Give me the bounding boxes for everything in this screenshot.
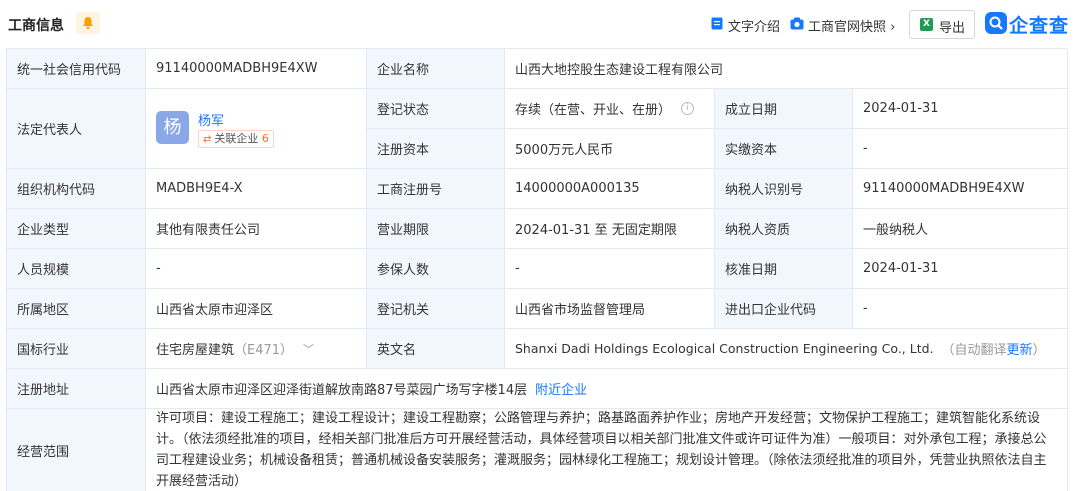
qichacha-logo-icon	[985, 12, 1007, 34]
label-staff-size: 人员规模	[7, 249, 146, 289]
value-region: 山西省太原市迎泽区	[146, 289, 367, 329]
business-info-table: 统一社会信用代码 91140000MADBH9E4XW 企业名称 山西大地控股生…	[6, 48, 1068, 491]
label-scope: 经营范围	[7, 409, 146, 491]
label-english-name: 英文名	[367, 329, 505, 369]
related-label: 关联企业	[214, 132, 259, 145]
value-company-type: 其他有限责任公司	[146, 209, 367, 249]
section-title: 工商信息	[8, 18, 64, 34]
nearby-companies-link[interactable]: 附近企业	[535, 379, 587, 398]
link-icon: ⇄	[203, 134, 212, 145]
official-snapshot-link[interactable]: 工商官网快照 ›	[808, 16, 895, 35]
related-companies-badge[interactable]: ⇄ 关联企业 6	[198, 130, 274, 148]
label-org-code: 组织机构代码	[7, 169, 146, 209]
label-reg-no: 工商注册号	[367, 169, 505, 209]
label-company-name: 企业名称	[367, 49, 505, 89]
value-ie-code: -	[853, 289, 1068, 329]
auto-translate-note: （自动翻译	[941, 343, 1007, 358]
export-label: 导出	[939, 21, 966, 36]
camera-icon	[790, 17, 804, 34]
label-insured: 参保人数	[367, 249, 505, 289]
value-insured: -	[505, 249, 715, 289]
info-icon[interactable]: i	[681, 102, 695, 115]
label-reg-authority: 登记机关	[367, 289, 505, 329]
value-taxpayer-id: 91140000MADBH9E4XW	[853, 169, 1068, 209]
label-ie-code: 进出口企业代码	[715, 289, 853, 329]
export-button[interactable]: X 导出	[909, 10, 975, 39]
label-region: 所属地区	[7, 289, 146, 329]
label-term: 营业期限	[367, 209, 505, 249]
snapshot-label: 工商官网快照	[808, 20, 887, 35]
label-reg-capital: 注册资本	[367, 129, 505, 169]
value-reg-status: 存续（在营、开业、在册）	[515, 103, 672, 118]
chevron-down-icon: ﹀	[303, 342, 315, 356]
value-industry-code: （E471）	[234, 343, 294, 358]
label-reg-status: 登记状态	[367, 89, 505, 129]
label-founded: 成立日期	[715, 89, 853, 129]
value-address: 山西省太原市迎泽区迎泽街道解放南路87号菜园广场写字楼14层	[156, 383, 528, 398]
value-founded: 2024-01-31	[853, 89, 1068, 129]
avatar[interactable]: 杨	[156, 111, 189, 144]
document-icon	[711, 17, 723, 34]
related-count: 6	[261, 132, 269, 145]
value-company-name: 山西大地控股生态建设工程有限公司	[505, 49, 1068, 89]
subscribe-bell-icon[interactable]	[76, 12, 100, 34]
text-intro-link[interactable]: 文字介绍	[728, 16, 780, 35]
value-term: 2024-01-31 至 无固定期限	[505, 209, 715, 249]
value-reg-capital: 5000万元人民币	[505, 129, 715, 169]
excel-icon: X	[920, 18, 933, 31]
value-reg-no: 14000000A000135	[505, 169, 715, 209]
value-credit-code: 91140000MADBH9E4XW	[146, 49, 367, 89]
label-taxpayer-id: 纳税人识别号	[715, 169, 853, 209]
value-org-code: MADBH9E4-X	[146, 169, 367, 209]
chevron-right-icon: ›	[890, 20, 896, 35]
value-industry: 住宅房屋建筑	[156, 343, 235, 358]
value-paid-capital: -	[853, 129, 1068, 169]
label-approval-date: 核准日期	[715, 249, 853, 289]
update-translation-link[interactable]: 更新	[1007, 339, 1033, 358]
value-reg-status-cell: 存续（在营、开业、在册） i	[505, 89, 715, 129]
value-english-name: Shanxi Dadi Holdings Ecological Construc…	[515, 341, 934, 356]
label-taxpayer-qual: 纳税人资质	[715, 209, 853, 249]
value-approval-date: 2024-01-31	[853, 249, 1068, 289]
value-reg-authority: 山西省市场监督管理局	[505, 289, 715, 329]
qichacha-logo: 企查查	[1009, 15, 1070, 37]
section-header: 工商信息 文字介绍 工商官网快照 › X 导出 企查查	[0, 0, 1080, 48]
legal-rep-cell: 杨 杨军 ⇄ 关联企业 6	[146, 89, 367, 169]
label-paid-capital: 实缴资本	[715, 129, 853, 169]
legal-rep-name-link[interactable]: 杨军	[198, 110, 224, 129]
industry-dropdown[interactable]: 住宅房屋建筑 （E471） ﹀	[146, 329, 367, 369]
label-credit-code: 统一社会信用代码	[7, 49, 146, 89]
label-address: 注册地址	[7, 369, 146, 409]
label-company-type: 企业类型	[7, 209, 146, 249]
value-scope: 许可项目：建设工程施工；建设工程设计；建设工程勘察；公路管理与养护；路基路面养护…	[146, 409, 1068, 491]
value-address-cell: 山西省太原市迎泽区迎泽街道解放南路87号菜园广场写字楼14层 附近企业	[146, 369, 1068, 409]
value-taxpayer-qual: 一般纳税人	[853, 209, 1068, 249]
label-legal-rep: 法定代表人	[7, 89, 146, 169]
auto-translate-close: ）	[1032, 343, 1046, 358]
value-english-name-cell: Shanxi Dadi Holdings Ecological Construc…	[505, 329, 1068, 369]
value-staff-size: -	[146, 249, 367, 289]
label-industry: 国标行业	[7, 329, 146, 369]
